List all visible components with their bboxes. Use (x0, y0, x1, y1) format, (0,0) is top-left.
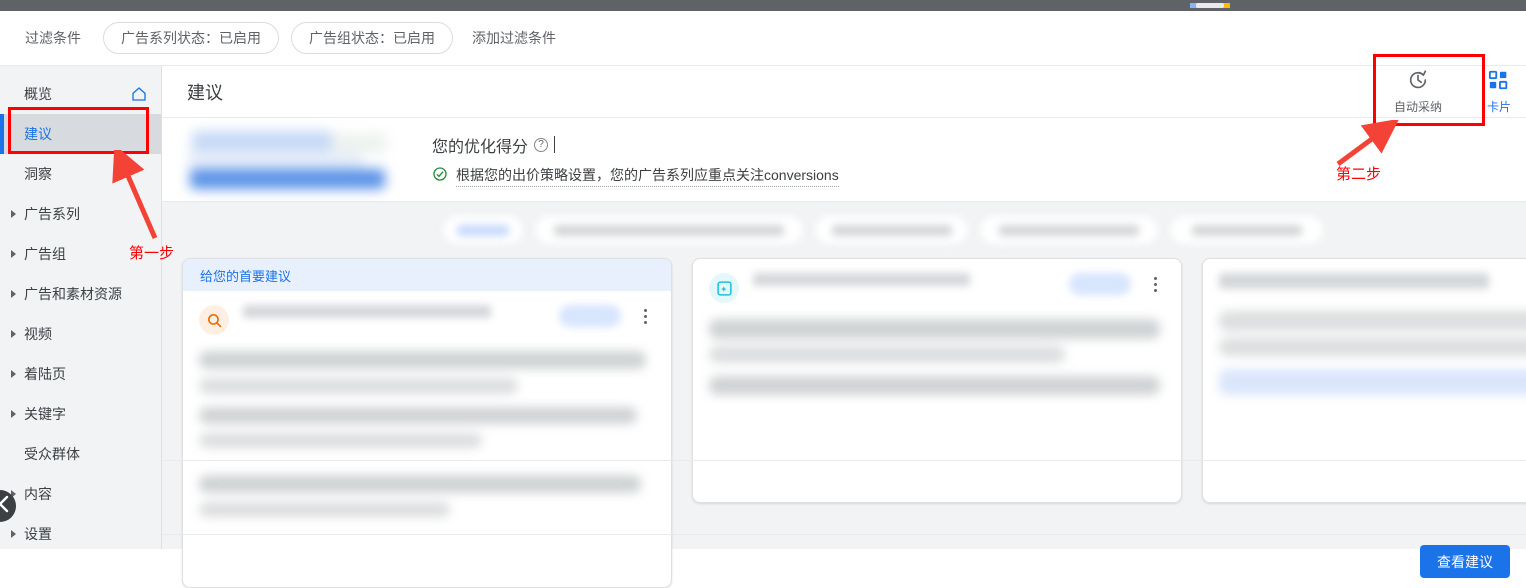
sidebar-item-insights[interactable]: 洞察 (0, 154, 161, 194)
filter-chip-blurred[interactable] (1169, 215, 1324, 245)
browser-chrome-strip (0, 0, 1526, 11)
card-header-row (199, 305, 655, 351)
card-overflow-menu-button[interactable] (1145, 273, 1165, 292)
chevron-right-icon (11, 410, 16, 418)
sidebar-item-label: 着陆页 (24, 364, 66, 384)
card-secondary-body (183, 461, 671, 517)
card-view-button[interactable]: 卡片 (1472, 66, 1526, 118)
card-content-blurred (1219, 311, 1526, 395)
filter-chip-adgroup-status[interactable]: 广告组状态：已启用 (291, 22, 453, 54)
header-actions: 自动采纳 卡片 (1364, 66, 1526, 118)
sidebar-item-label: 视频 (24, 324, 52, 344)
sidebar-item-label: 内容 (24, 484, 52, 504)
chevron-right-icon (11, 330, 16, 338)
card-view-icon (1488, 69, 1510, 94)
card-body (693, 259, 1181, 395)
card-content-blurred (199, 351, 655, 448)
browser-tab-stub (1196, 3, 1224, 8)
sidebar-item-ads-and-assets[interactable]: 广告和素材资源 (0, 274, 161, 314)
optimization-score-title-row: 您的优化得分 ? (432, 133, 839, 157)
recommendation-filter-chips (162, 202, 1526, 258)
sidebar-item-settings[interactable]: 设置 (0, 514, 161, 554)
auto-apply-button[interactable]: 自动采纳 (1364, 66, 1472, 118)
optimization-score-section: 您的优化得分 ? 根据您的出价策略设置，您的广告系列应重点关注conversio… (162, 118, 1526, 202)
card-body (183, 291, 671, 448)
sidebar-item-label: 概览 (24, 84, 52, 104)
sidebar-item-videos[interactable]: 视频 (0, 314, 161, 354)
page-title: 建议 (187, 79, 223, 105)
card-badge-blurred (559, 305, 621, 327)
sidebar-item-label: 洞察 (24, 164, 52, 184)
filter-chip-blurred[interactable] (534, 215, 804, 245)
filter-chip-blurred[interactable] (814, 215, 969, 245)
check-circle-icon (432, 166, 448, 185)
sidebar-item-audiences[interactable]: 受众群体 (0, 434, 161, 474)
filter-chip-campaign-status[interactable]: 广告系列状态：已启用 (103, 22, 279, 54)
card-view-label: 卡片 (1487, 98, 1511, 115)
optimization-score-note: 根据您的出价策略设置，您的广告系列应重点关注conversions (456, 165, 839, 187)
history-clock-icon (1407, 69, 1429, 94)
chevron-right-icon (11, 290, 16, 298)
card-title-blurred (753, 273, 1055, 286)
card-header-row (709, 273, 1165, 319)
sidebar-item-recommendations[interactable]: 建议 (0, 114, 161, 154)
sidebar-item-overview[interactable]: 概览 (0, 74, 161, 114)
optimization-score-title: 您的优化得分 (432, 133, 528, 157)
filter-chip-blurred[interactable] (442, 215, 524, 245)
filter-chip-blurred[interactable] (979, 215, 1159, 245)
card-body (1203, 259, 1526, 395)
card-title-blurred (1219, 273, 1526, 289)
card-badge-blurred (1069, 273, 1131, 295)
sidebar-item-keywords[interactable]: 关键字 (0, 394, 161, 434)
page-header: 建议 自动采纳 (162, 66, 1526, 118)
card-overflow-menu-button[interactable] (635, 305, 655, 324)
chevron-right-icon (11, 250, 16, 258)
add-filter-button[interactable]: 添加过滤条件 (472, 28, 556, 48)
auto-apply-label: 自动采纳 (1394, 98, 1442, 115)
card-content-blurred (709, 319, 1165, 395)
recommendation-card-third[interactable] (1202, 258, 1526, 503)
optimization-score-note-row: 根据您的出价策略设置，您的广告系列应重点关注conversions (432, 165, 839, 187)
sidebar-item-campaigns[interactable]: 广告系列 (0, 194, 161, 234)
sidebar-item-landing-pages[interactable]: 着陆页 (0, 354, 161, 394)
card-content-blurred (199, 475, 655, 517)
sidebar-item-label: 关键字 (24, 404, 66, 424)
home-icon (131, 86, 147, 102)
search-icon (199, 305, 229, 335)
annotation-label-step-one: 第一步 (129, 242, 174, 263)
chevron-right-icon (11, 530, 16, 538)
sidebar-item-label: 受众群体 (24, 444, 80, 464)
sidebar-item-label: 广告和素材资源 (24, 284, 122, 304)
sidebar-item-label: 广告系列 (24, 204, 80, 224)
recommendation-cards: 给您的首要建议 (162, 258, 1526, 588)
sidebar-item-label: 广告组 (24, 244, 66, 264)
filter-bar: 过滤条件 广告系列状态：已启用 广告组状态：已启用 添加过滤条件 (0, 11, 1526, 66)
filter-bar-label: 过滤条件 (25, 28, 81, 48)
card-header-row (1219, 273, 1526, 311)
card-banner-label: 给您的首要建议 (183, 259, 671, 291)
text-cursor (554, 136, 555, 153)
question-mark-icon[interactable]: ? (534, 138, 548, 152)
optimization-score-text: 您的优化得分 ? 根据您的出价策略设置，您的广告系列应重点关注conversio… (432, 133, 839, 187)
sidebar-item-content[interactable]: 内容 (0, 474, 161, 514)
sidebar: 概览 建议 洞察 广告系列 广告组 广告和素材资源 视频 着陆页 关键字 受 (0, 66, 162, 549)
recommendation-card-second[interactable]: 查看建议 (692, 258, 1182, 503)
chevron-left-icon (0, 494, 11, 519)
annotation-label-step-two: 第二步 (1336, 163, 1381, 184)
optimization-score-graphic (182, 129, 400, 191)
chevron-right-icon (11, 210, 16, 218)
sidebar-item-label: 建议 (24, 124, 52, 144)
card-title-blurred (243, 305, 545, 318)
sidebar-item-label: 设置 (24, 524, 52, 544)
main-content: 建议 自动采纳 (162, 66, 1526, 549)
sparkle-image-icon (709, 273, 739, 303)
chevron-right-icon (11, 370, 16, 378)
